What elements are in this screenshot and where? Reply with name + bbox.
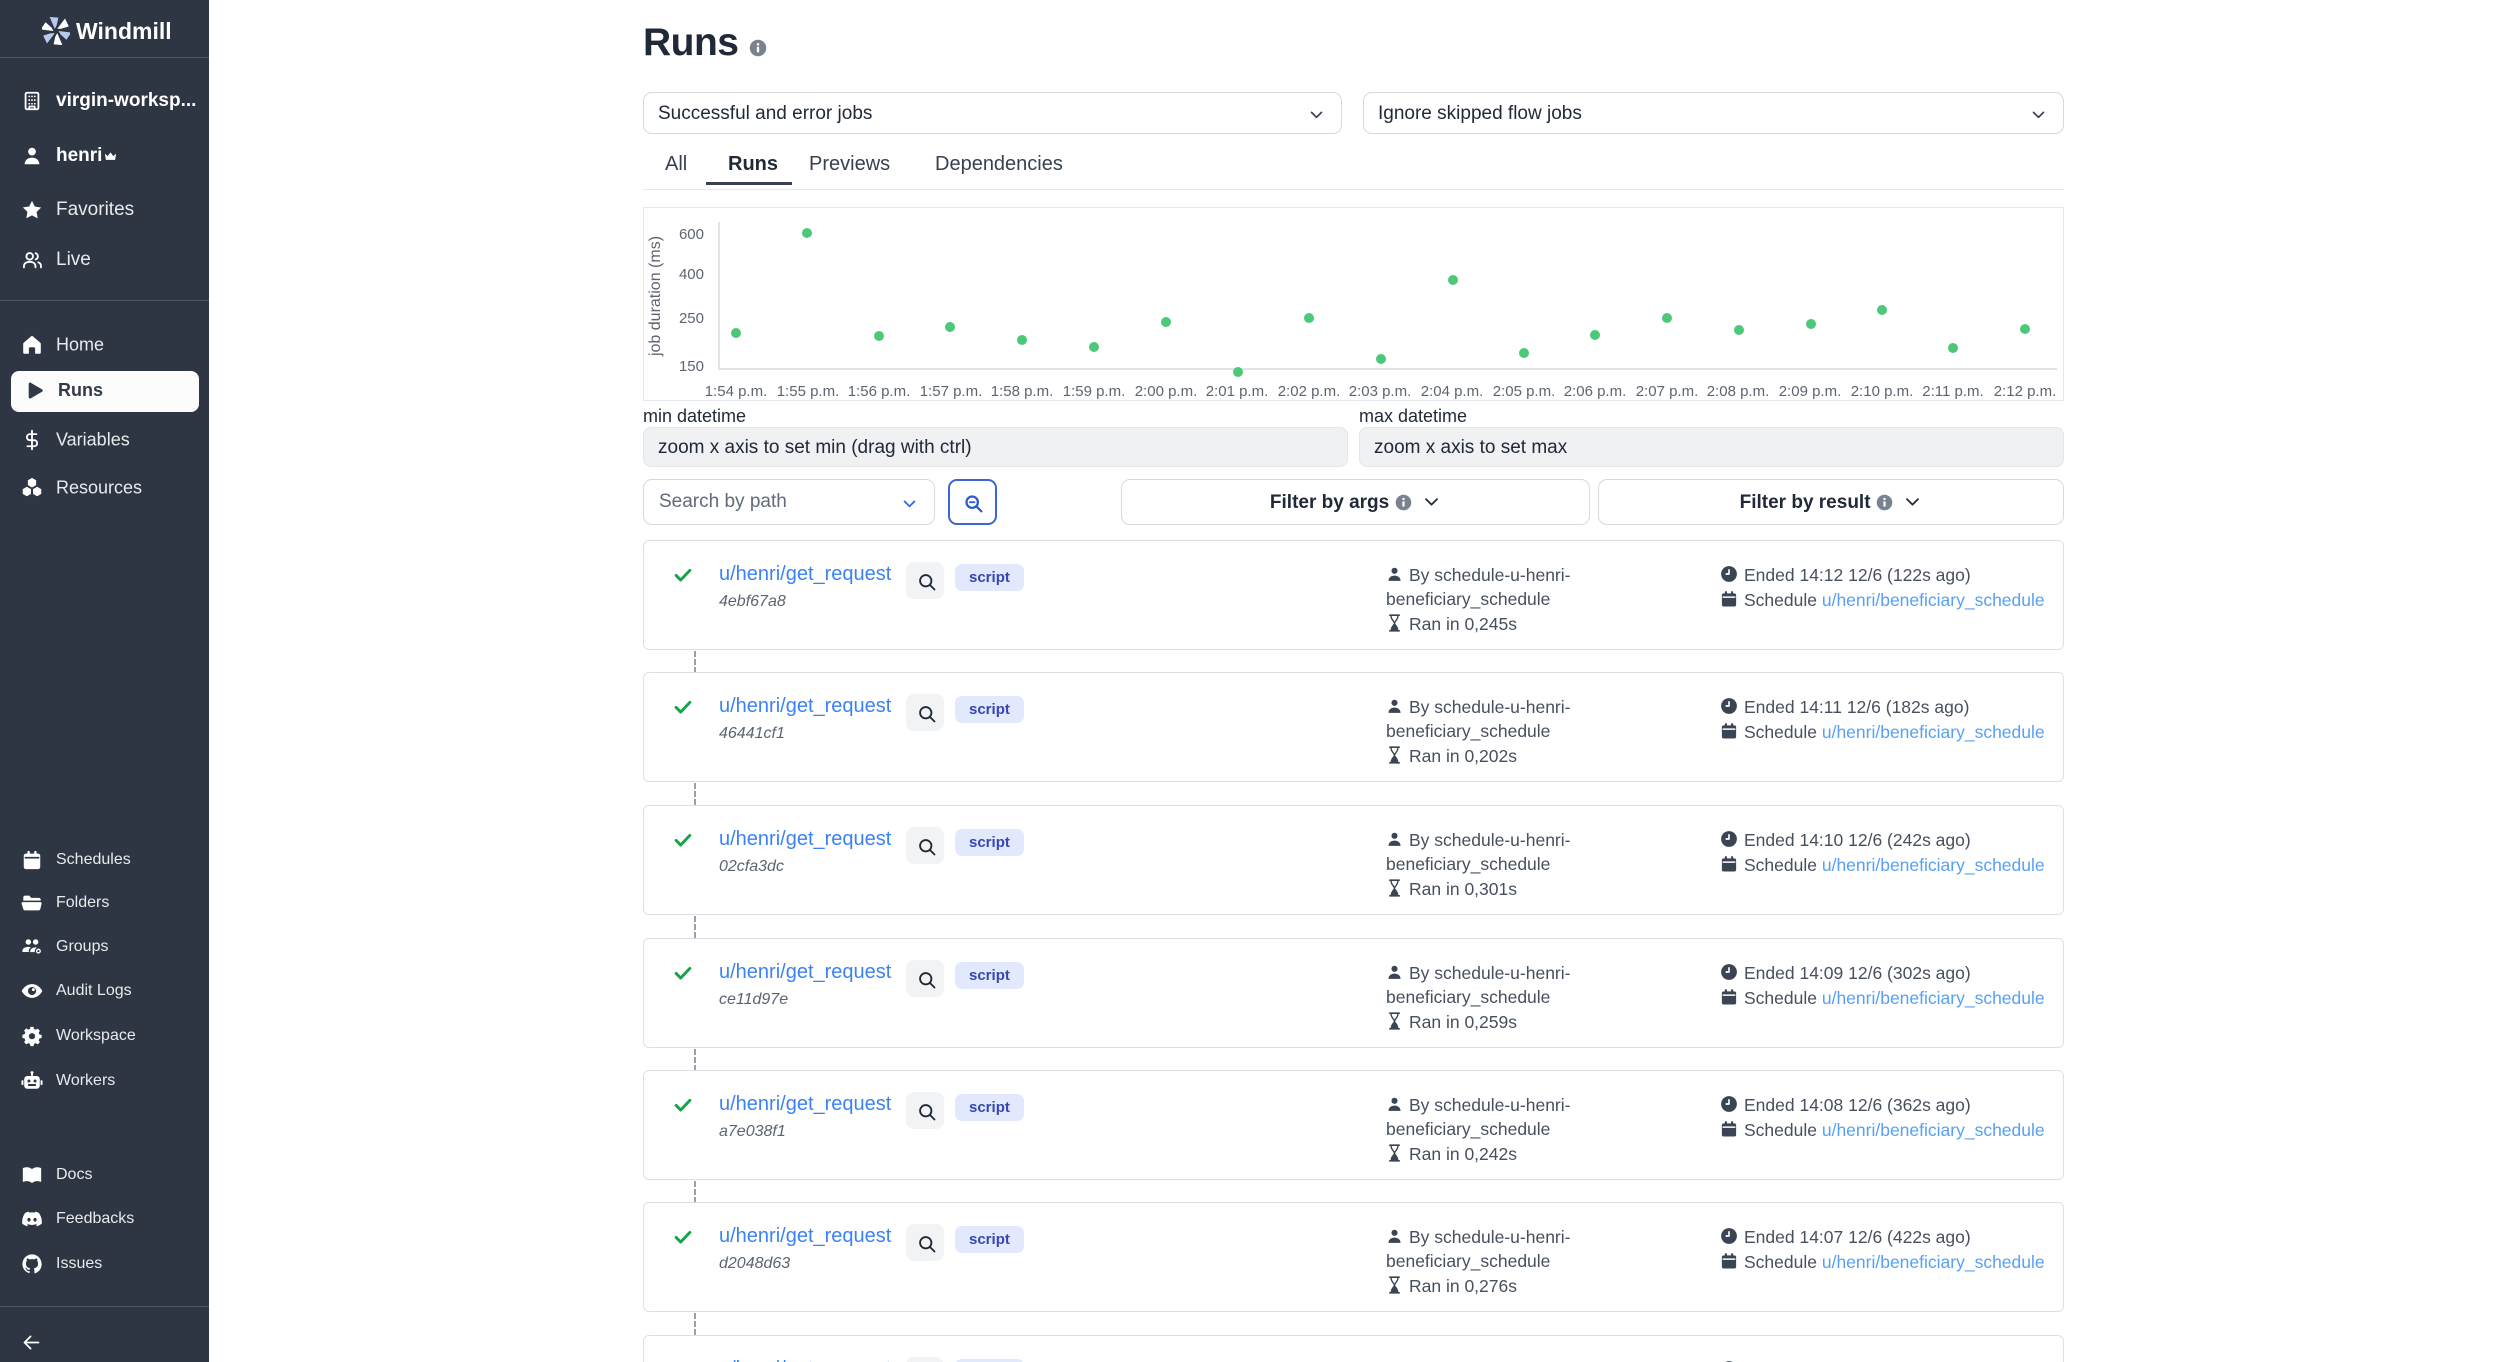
svg-text:600: 600	[679, 226, 704, 243]
svg-text:job duration (ms): job duration (ms)	[647, 236, 664, 357]
svg-text:2:12 p.m.: 2:12 p.m.	[1994, 383, 2057, 400]
svg-text:1:57 p.m.: 1:57 p.m.	[920, 383, 983, 400]
svg-text:2:01 p.m.: 2:01 p.m.	[1206, 383, 1269, 400]
svg-text:2:03 p.m.: 2:03 p.m.	[1349, 383, 1412, 400]
svg-text:150: 150	[679, 358, 704, 375]
svg-text:2:02 p.m.: 2:02 p.m.	[1278, 383, 1341, 400]
svg-text:2:07 p.m.: 2:07 p.m.	[1636, 383, 1699, 400]
svg-text:2:11 p.m.: 2:11 p.m.	[1922, 383, 1983, 400]
svg-text:2:00 p.m.: 2:00 p.m.	[1135, 383, 1198, 400]
svg-text:400: 400	[679, 266, 704, 283]
svg-text:1:56 p.m.: 1:56 p.m.	[848, 383, 911, 400]
svg-text:1:55 p.m.: 1:55 p.m.	[777, 383, 840, 400]
svg-text:250: 250	[679, 310, 704, 327]
svg-text:1:54 p.m.: 1:54 p.m.	[705, 383, 768, 400]
svg-text:1:59 p.m.: 1:59 p.m.	[1063, 383, 1126, 400]
svg-text:2:08 p.m.: 2:08 p.m.	[1707, 383, 1770, 400]
svg-text:1:58 p.m.: 1:58 p.m.	[991, 383, 1054, 400]
svg-text:2:10 p.m.: 2:10 p.m.	[1851, 383, 1914, 400]
svg-text:2:09 p.m.: 2:09 p.m.	[1779, 383, 1842, 400]
svg-text:2:05 p.m.: 2:05 p.m.	[1493, 383, 1556, 400]
svg-text:2:06 p.m.: 2:06 p.m.	[1564, 383, 1627, 400]
svg-text:2:04 p.m.: 2:04 p.m.	[1421, 383, 1484, 400]
